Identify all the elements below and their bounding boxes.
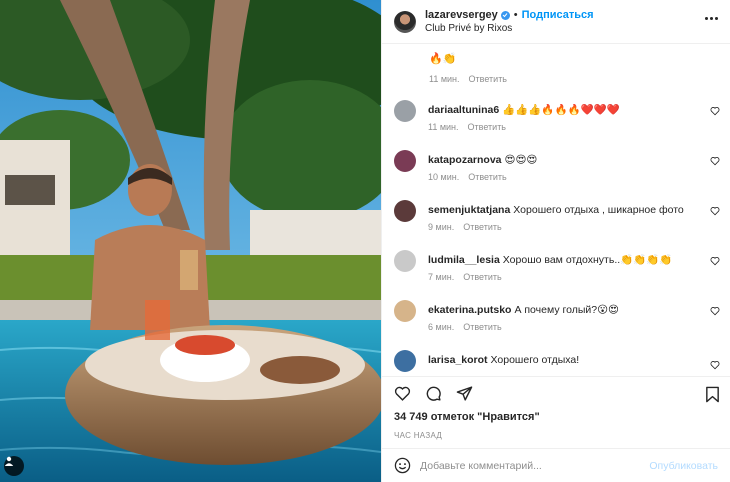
author-info: lazarevsergey • Подписаться Club Privé b… [425,9,594,35]
post-modal: lazarevsergey • Подписаться Club Privé b… [0,0,730,482]
commenter-avatar[interactable] [394,150,416,172]
comment-text: 👍👍👍🔥🔥🔥❤️❤️❤️ [502,104,620,116]
comment-text: А почему голый?😮😍 [514,304,619,316]
comment-input[interactable] [420,459,650,472]
reply-button[interactable]: Ответить [463,272,501,282]
post-header: lazarevsergey • Подписаться Club Privé b… [382,0,730,44]
comment-text: 😍😍😍 [504,154,538,166]
comment-button[interactable] [425,385,442,402]
comment-time: 11 мин. [429,74,460,84]
comment-text: Хорошего отдыха , шикарное фото [513,204,684,216]
commenter-avatar[interactable] [394,300,416,322]
heart-icon[interactable] [710,306,720,316]
share-icon [456,386,473,401]
heart-icon[interactable] [710,206,720,216]
list-item: katapozarnova 😍😍😍 10 мин. Ответить [382,150,730,200]
comment-meta: 11 мин. Ответить [429,74,507,84]
likes-count[interactable]: 34 749 отметок "Нравится" [382,410,730,428]
reply-button[interactable]: Ответить [469,74,507,84]
save-button[interactable] [705,386,720,406]
commenter-avatar[interactable] [394,200,416,222]
like-button[interactable] [394,385,411,402]
comment-text: 🔥👏 [429,53,457,65]
commenter-username[interactable]: ludmila__lesia [428,254,500,266]
comment-time: 6 мин. [428,322,455,332]
comment-text: Хорошо вам отдохнуть..👏👏👏👏 [502,254,673,266]
bookmark-icon [706,386,719,403]
author-avatar[interactable] [394,10,416,33]
post-time: час назад [394,431,443,440]
list-item: dariaaltunina6 👍👍👍🔥🔥🔥❤️❤️❤️ 11 мин. Ответи… [382,100,730,150]
list-item: ludmila__lesia Хорошо вам отдохнуть..👏👏👏👏… [382,250,730,300]
comment-time: 11 мин. [428,122,459,132]
user-tag-icon [4,456,14,466]
comment-time: 10 мин. [428,172,460,182]
publish-button[interactable]: Опубликовать [649,460,718,472]
post-image [0,0,381,482]
list-item: larisa_korot Хорошего отдыха! [382,350,730,376]
emoji-button[interactable] [394,457,411,474]
reply-button[interactable]: Ответить [468,122,506,132]
more-icon [705,17,708,20]
list-item: semenjuktatjana Хорошего отдыха , шикарно… [382,200,730,250]
commenter-username[interactable]: larisa_korot [428,354,488,366]
user-tag-button[interactable] [4,456,24,476]
commenter-avatar[interactable] [394,350,416,372]
reply-button[interactable]: Ответить [463,322,501,332]
post-sidebar: lazarevsergey • Подписаться Club Privé b… [381,0,730,482]
comment-icon [426,386,441,401]
header-separator: • [513,8,518,21]
commenter-avatar[interactable] [394,250,416,272]
reply-button[interactable]: Ответить [463,222,501,232]
post-actions [382,376,730,410]
verified-badge-icon [500,10,510,20]
share-button[interactable] [456,385,473,402]
emoji-icon [394,457,411,474]
comment-time: 7 мин. [428,272,455,282]
comment-text: Хорошего отдыха! [490,354,580,366]
commenter-username[interactable]: ekaterina.putsko [428,304,511,316]
heart-icon[interactable] [710,360,720,370]
add-comment-bar: Опубликовать [382,448,730,482]
comment-time: 9 мин. [428,222,455,232]
heart-icon [394,386,411,401]
follow-button[interactable]: Подписаться [522,9,594,22]
heart-icon[interactable] [710,106,720,116]
commenter-avatar[interactable] [394,100,416,122]
heart-icon[interactable] [710,156,720,166]
list-item: ekaterina.putsko А почему голый?😮😍 6 мин.… [382,300,730,350]
reply-button[interactable]: Ответить [468,172,506,182]
post-location[interactable]: Club Privé by Rixos [425,22,594,35]
commenter-username[interactable]: katapozarnova [428,154,502,166]
more-options-button[interactable] [705,17,718,20]
heart-icon[interactable] [710,256,720,266]
author-username[interactable]: lazarevsergey [425,9,498,22]
comments-list[interactable]: 🔥👏 11 мин. Ответить dariaaltunina6 👍👍👍🔥🔥🔥… [382,44,730,376]
commenter-username[interactable]: dariaaltunina6 [428,104,499,116]
post-photo[interactable] [0,0,381,482]
commenter-username[interactable]: semenjuktatjana [428,204,510,216]
